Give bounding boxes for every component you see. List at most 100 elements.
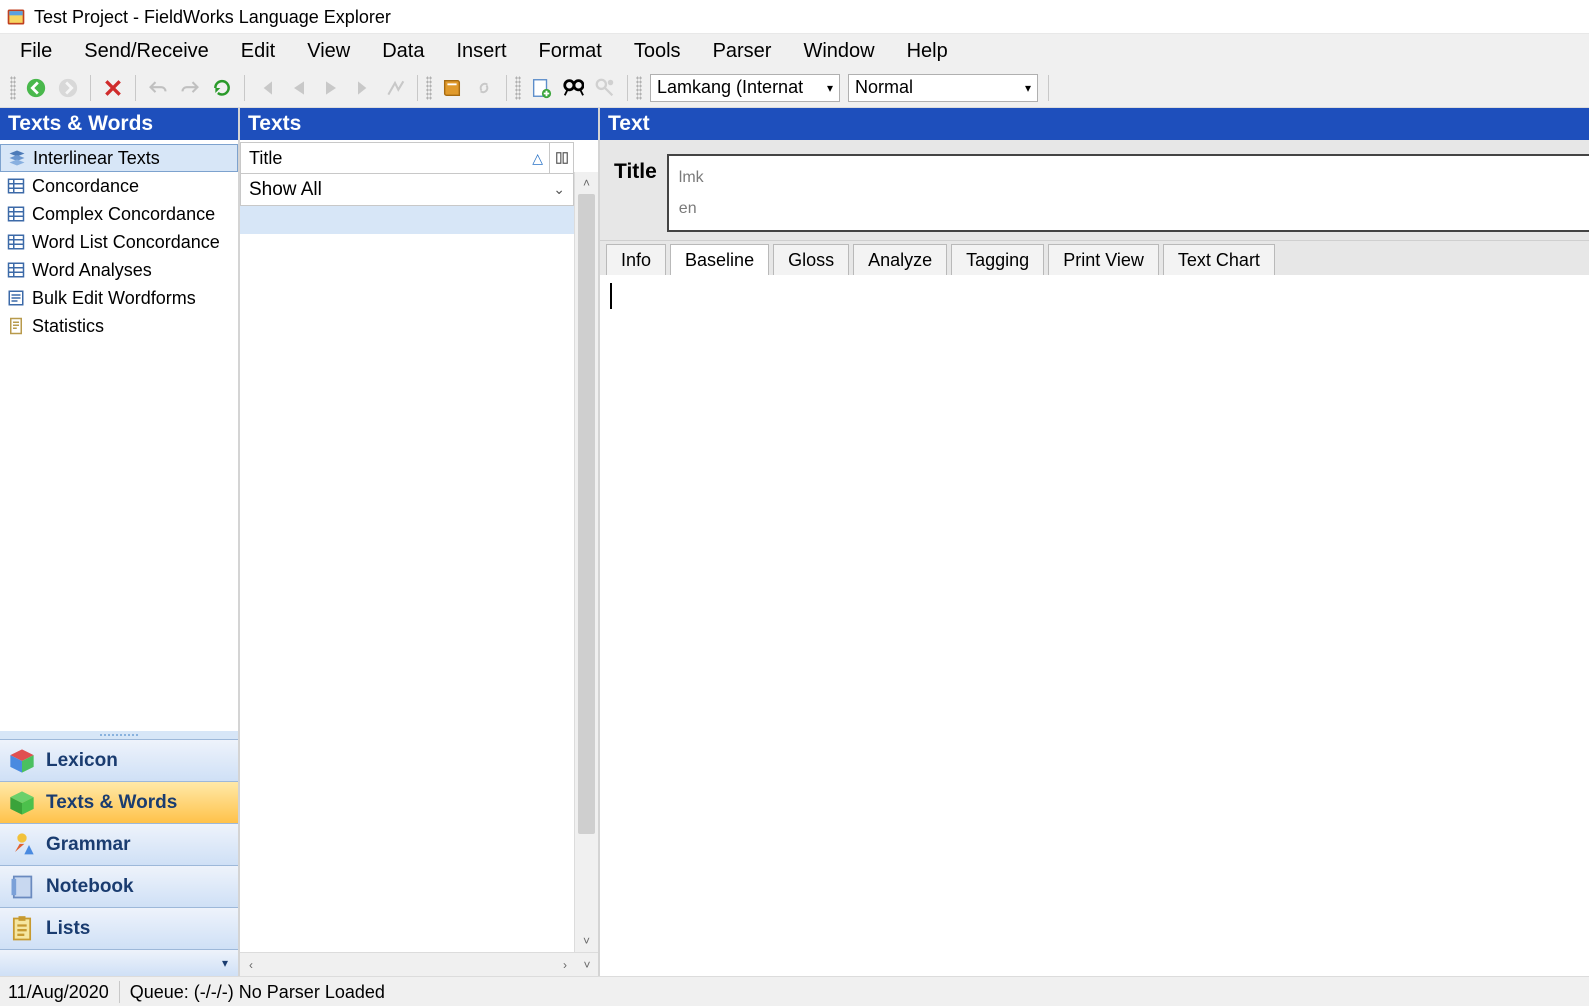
nav-section-notebook[interactable]: Notebook: [0, 866, 238, 908]
text-cursor: [610, 283, 612, 309]
prev-record-button[interactable]: [285, 74, 313, 102]
link-button[interactable]: [470, 74, 498, 102]
grammar-icon: [6, 829, 38, 861]
toolbar-separator: [506, 75, 507, 101]
tab-info[interactable]: Info: [606, 244, 666, 276]
horizontal-scrollbar[interactable]: ‹ › ˅: [240, 952, 598, 976]
toolbar-separator: [244, 75, 245, 101]
back-button[interactable]: [22, 74, 50, 102]
nav-item-label: Interlinear Texts: [33, 148, 160, 169]
tab-baseline[interactable]: Baseline: [670, 244, 769, 276]
scroll-track[interactable]: [575, 194, 598, 930]
filter-row[interactable]: Show All ⌄: [240, 174, 574, 206]
style-value: Normal: [855, 77, 913, 98]
filter-value: Show All: [249, 179, 322, 201]
menu-view[interactable]: View: [291, 34, 366, 68]
tab-print-view[interactable]: Print View: [1048, 244, 1159, 276]
column-title-label: Title: [249, 148, 282, 169]
nav-item-word-analyses[interactable]: Word Analyses: [0, 256, 238, 284]
baseline-editor[interactable]: [600, 275, 1589, 976]
nav-section-label: Texts & Words: [46, 792, 177, 814]
style-combo[interactable]: Normal ▾: [848, 74, 1038, 102]
column-title[interactable]: Title △: [241, 148, 549, 169]
cube-icon: [6, 787, 38, 819]
text-editor-panel: Text Title lmk en Info Baseline Gloss An…: [600, 108, 1589, 976]
menu-tools[interactable]: Tools: [618, 34, 697, 68]
nav-item-label: Statistics: [32, 316, 104, 337]
title-ws-en: en: [679, 200, 1579, 218]
title-label: Title: [614, 154, 657, 184]
menu-format[interactable]: Format: [523, 34, 618, 68]
nav-section-label: Lists: [46, 918, 90, 940]
nav-section-lexicon[interactable]: Lexicon: [0, 740, 238, 782]
menu-send-receive[interactable]: Send/Receive: [68, 34, 225, 68]
menu-help[interactable]: Help: [891, 34, 964, 68]
replace-button[interactable]: [591, 74, 619, 102]
scroll-right-icon[interactable]: ›: [554, 958, 576, 972]
toolbar-grip[interactable]: [515, 76, 521, 100]
menu-parser[interactable]: Parser: [697, 34, 788, 68]
scroll-up-icon[interactable]: ˄: [575, 172, 598, 194]
scroll-down-icon[interactable]: ˅: [575, 930, 598, 952]
undo-button[interactable]: [144, 74, 172, 102]
scroll-track[interactable]: [262, 958, 554, 972]
scroll-thumb[interactable]: [578, 194, 595, 834]
scroll-down-icon[interactable]: ˅: [576, 958, 598, 972]
nav-item-label: Complex Concordance: [32, 204, 215, 225]
nav-spacer: [0, 344, 238, 731]
tab-gloss[interactable]: Gloss: [773, 244, 849, 276]
nav-item-concordance[interactable]: Concordance: [0, 172, 238, 200]
dictionary-button[interactable]: [438, 74, 466, 102]
texts-list-panel: Texts Title △ Show All ⌄ ˄ ˅: [240, 108, 600, 976]
nav-item-bulk-edit-wordforms[interactable]: Bulk Edit Wordforms: [0, 284, 238, 312]
nav-item-list: Interlinear Texts Concordance Complex Co…: [0, 140, 238, 344]
nav-item-complex-concordance[interactable]: Complex Concordance: [0, 200, 238, 228]
vertical-scrollbar[interactable]: ˄ ˅: [574, 172, 598, 952]
refresh-button[interactable]: [208, 74, 236, 102]
nav-item-interlinear-texts[interactable]: Interlinear Texts: [0, 144, 238, 172]
menu-insert[interactable]: Insert: [440, 34, 522, 68]
next-record-button[interactable]: [317, 74, 345, 102]
find-button[interactable]: [559, 74, 587, 102]
text-header-area: Title lmk en: [600, 140, 1589, 241]
title-field-row: Title lmk en: [614, 154, 1589, 232]
nav-item-statistics[interactable]: Statistics: [0, 312, 238, 340]
new-text-button[interactable]: [527, 74, 555, 102]
nav-section-grammar[interactable]: Grammar: [0, 824, 238, 866]
tab-analyze[interactable]: Analyze: [853, 244, 947, 276]
title-input[interactable]: lmk en: [667, 154, 1589, 232]
nav-item-word-list-concordance[interactable]: Word List Concordance: [0, 228, 238, 256]
menu-file[interactable]: File: [8, 34, 68, 68]
delete-button[interactable]: [99, 74, 127, 102]
menu-edit[interactable]: Edit: [225, 34, 291, 68]
forward-button[interactable]: [54, 74, 82, 102]
menu-data[interactable]: Data: [366, 34, 440, 68]
text-panel-title: Text: [600, 108, 1589, 140]
last-record-button[interactable]: [349, 74, 377, 102]
form-icon: [6, 288, 26, 308]
nav-section-texts-words[interactable]: Texts & Words: [0, 782, 238, 824]
tab-tagging[interactable]: Tagging: [951, 244, 1044, 276]
redo-button[interactable]: [176, 74, 204, 102]
browse-button[interactable]: [381, 74, 409, 102]
notebook-icon: [6, 871, 38, 903]
nav-section-lists[interactable]: Lists: [0, 908, 238, 950]
writing-system-combo[interactable]: Lamkang (Internat ▾: [650, 74, 840, 102]
toolbar-grip[interactable]: [426, 76, 432, 100]
nav-item-label: Word List Concordance: [32, 232, 220, 253]
section-splitter[interactable]: [0, 731, 238, 739]
table-row[interactable]: [240, 206, 574, 234]
nav-footer-expand[interactable]: ▾: [0, 950, 238, 976]
menu-window[interactable]: Window: [787, 34, 890, 68]
status-bar: 11/Aug/2020 Queue: (-/-/-) No Parser Loa…: [0, 976, 1589, 1006]
first-record-button[interactable]: [253, 74, 281, 102]
toolbar-separator: [627, 75, 628, 101]
tab-text-chart[interactable]: Text Chart: [1163, 244, 1275, 276]
column-config-icon[interactable]: [549, 143, 573, 173]
nav-section-label: Lexicon: [46, 750, 118, 772]
toolbar-grip[interactable]: [10, 76, 16, 100]
toolbar-grip[interactable]: [636, 76, 642, 100]
left-panel: Texts & Words Interlinear Texts Concorda…: [0, 108, 240, 976]
scroll-left-icon[interactable]: ‹: [240, 958, 262, 972]
texts-list-body[interactable]: [240, 206, 574, 976]
